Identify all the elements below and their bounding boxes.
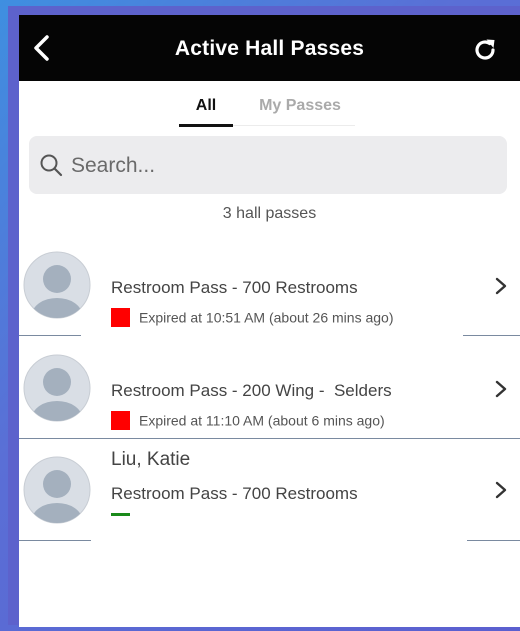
status-text: Expired at 11:10 AM (about 6 mins ago) <box>139 412 385 429</box>
tab-my-passes[interactable]: My Passes <box>241 97 359 115</box>
tab-divider <box>233 125 355 126</box>
expired-indicator <box>111 308 130 327</box>
pass-row[interactable]: Restroom Pass - 700 Restrooms Expired at… <box>19 245 520 348</box>
active-indicator <box>111 513 130 516</box>
chevron-right-icon <box>495 481 507 499</box>
row-divider <box>467 540 520 541</box>
student-name: Liu, Katie <box>111 449 191 470</box>
status-text: Expired at 10:51 AM (about 26 mins ago) <box>139 309 394 326</box>
avatar-icon <box>23 251 91 319</box>
refresh-icon <box>475 39 495 60</box>
chevron-right-icon <box>495 380 507 398</box>
pass-count: 3 hall passes <box>222 205 317 222</box>
pass-title: Restroom Pass - 700 Restrooms <box>111 278 358 297</box>
pass-status: Expired at 11:10 AM (about 6 mins ago) <box>111 411 385 430</box>
active-tab-indicator <box>179 124 233 127</box>
row-divider <box>19 540 91 541</box>
pass-title: Restroom Pass - 200 Wing - Selders <box>111 381 392 400</box>
pass-row[interactable]: Liu, Katie Restroom Pass - 700 Restrooms <box>19 439 520 542</box>
app-screen: Active Hall Passes All My Passes 3 hall … <box>19 15 520 627</box>
page-title: Active Hall Passes <box>174 37 365 60</box>
app-header: Active Hall Passes <box>19 15 520 81</box>
chevron-right-icon <box>495 277 507 295</box>
tab-all[interactable]: All <box>179 97 233 115</box>
search-input[interactable] <box>69 148 493 184</box>
avatar-icon <box>23 456 91 524</box>
expired-indicator <box>111 411 130 430</box>
row-divider <box>19 335 81 336</box>
pass-title: Restroom Pass - 700 Restrooms <box>111 484 358 503</box>
row-divider <box>463 335 520 336</box>
tab-bar: All My Passes <box>19 81 520 127</box>
refresh-button[interactable] <box>472 37 498 63</box>
search-bar[interactable] <box>29 136 507 194</box>
avatar-icon <box>23 354 91 422</box>
pass-row[interactable]: Restroom Pass - 200 Wing - Selders Expir… <box>19 348 520 451</box>
pass-status: Expired at 10:51 AM (about 26 mins ago) <box>111 308 393 327</box>
search-icon <box>40 154 63 177</box>
